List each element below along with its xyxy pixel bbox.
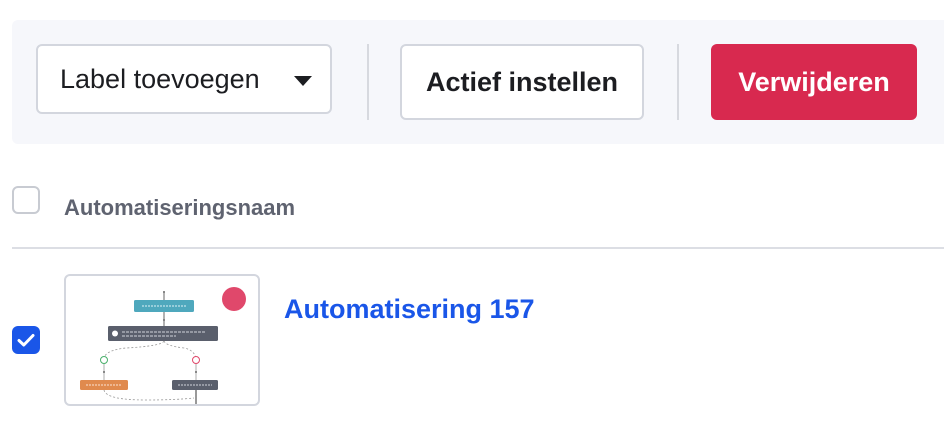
header-divider	[12, 247, 944, 249]
toolbar-divider	[367, 44, 369, 120]
status-indicator	[222, 287, 246, 311]
row-checkbox[interactable]	[12, 326, 40, 354]
chevron-down-icon	[294, 76, 312, 86]
add-label-select[interactable]: Label toevoegen	[36, 44, 332, 114]
toolbar-divider	[677, 44, 679, 120]
column-header-name[interactable]: Automatiseringsnaam	[64, 195, 295, 221]
delete-button[interactable]: Verwijderen	[711, 44, 917, 120]
automation-thumbnail[interactable]	[64, 274, 260, 406]
automation-name-link[interactable]: Automatisering 157	[284, 294, 535, 325]
set-active-button[interactable]: Actief instellen	[400, 44, 644, 120]
select-all-checkbox[interactable]	[12, 186, 40, 214]
bulk-action-toolbar: Label toevoegen Actief instellen Verwijd…	[12, 20, 944, 144]
checkmark-icon	[17, 334, 35, 347]
add-label-select-value: Label toevoegen	[60, 63, 260, 94]
